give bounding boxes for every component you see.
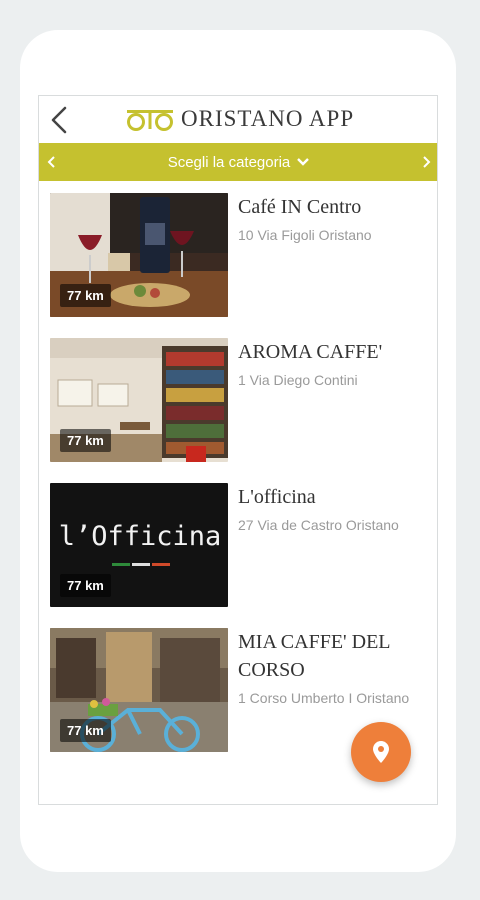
app-screen: ORISTANO APP Scegli la categoria 77 km C…: [38, 95, 438, 805]
app-logo: ORISTANO APP: [125, 106, 354, 132]
place-info: AROMA CAFFE' 1 Via Diego Contini: [238, 338, 430, 390]
place-image: 77 km: [50, 193, 228, 317]
place-image: 77 km: [50, 628, 228, 752]
place-info: MIA CAFFE' DEL CORSO 1 Corso Umberto I O…: [238, 628, 430, 708]
place-address: 27 Via de Castro Oristano: [238, 517, 399, 533]
chevron-left-icon: [47, 156, 55, 168]
place-name: L'officina: [238, 486, 316, 508]
chevron-down-icon: [297, 158, 310, 166]
list-item[interactable]: 77 km AROMA CAFFE' 1 Via Diego Contini: [50, 326, 430, 462]
place-info: L'officina 27 Via de Castro Oristano: [238, 483, 430, 535]
oristano-logo-icon: [127, 110, 173, 131]
category-bar: Scegli la categoria: [39, 143, 437, 181]
distance-badge: 77 km: [60, 284, 111, 307]
distance-badge: 77 km: [60, 574, 111, 597]
distance-badge: 77 km: [60, 719, 111, 742]
app-header: ORISTANO APP: [39, 96, 437, 143]
back-button[interactable]: [45, 104, 73, 136]
place-info: Café IN Centro 10 Via Figoli Oristano: [238, 193, 430, 245]
place-name: Café IN Centro: [238, 196, 362, 218]
category-selector[interactable]: Scegli la categoria: [168, 154, 311, 171]
place-address: 10 Via Figoli Oristano: [238, 227, 372, 243]
category-label: Scegli la categoria: [167, 153, 291, 171]
category-prev-button[interactable]: [39, 143, 65, 181]
list-item[interactable]: 77 km Café IN Centro 10 Via Figoli Orist…: [50, 181, 430, 317]
place-name: MIA CAFFE' DEL CORSO: [238, 631, 390, 681]
map-fab-button[interactable]: [351, 722, 411, 782]
place-image-logo-text: l’Officina: [58, 521, 222, 552]
place-address: 1 Corso Umberto I Oristano: [238, 690, 410, 706]
map-pin-icon: [373, 741, 389, 763]
place-address: 1 Via Diego Contini: [238, 372, 358, 388]
list-item[interactable]: l’Officina 77 km L'officina 27 Via de Ca…: [50, 471, 430, 607]
chevron-right-icon: [423, 156, 431, 168]
category-next-button[interactable]: [413, 143, 437, 181]
place-name: AROMA CAFFE': [238, 341, 383, 363]
place-image: 77 km: [50, 338, 228, 462]
distance-badge: 77 km: [60, 429, 111, 452]
app-title: ORISTANO APP: [181, 106, 355, 131]
place-image: l’Officina 77 km: [50, 483, 228, 607]
back-arrow-icon: [51, 106, 67, 134]
